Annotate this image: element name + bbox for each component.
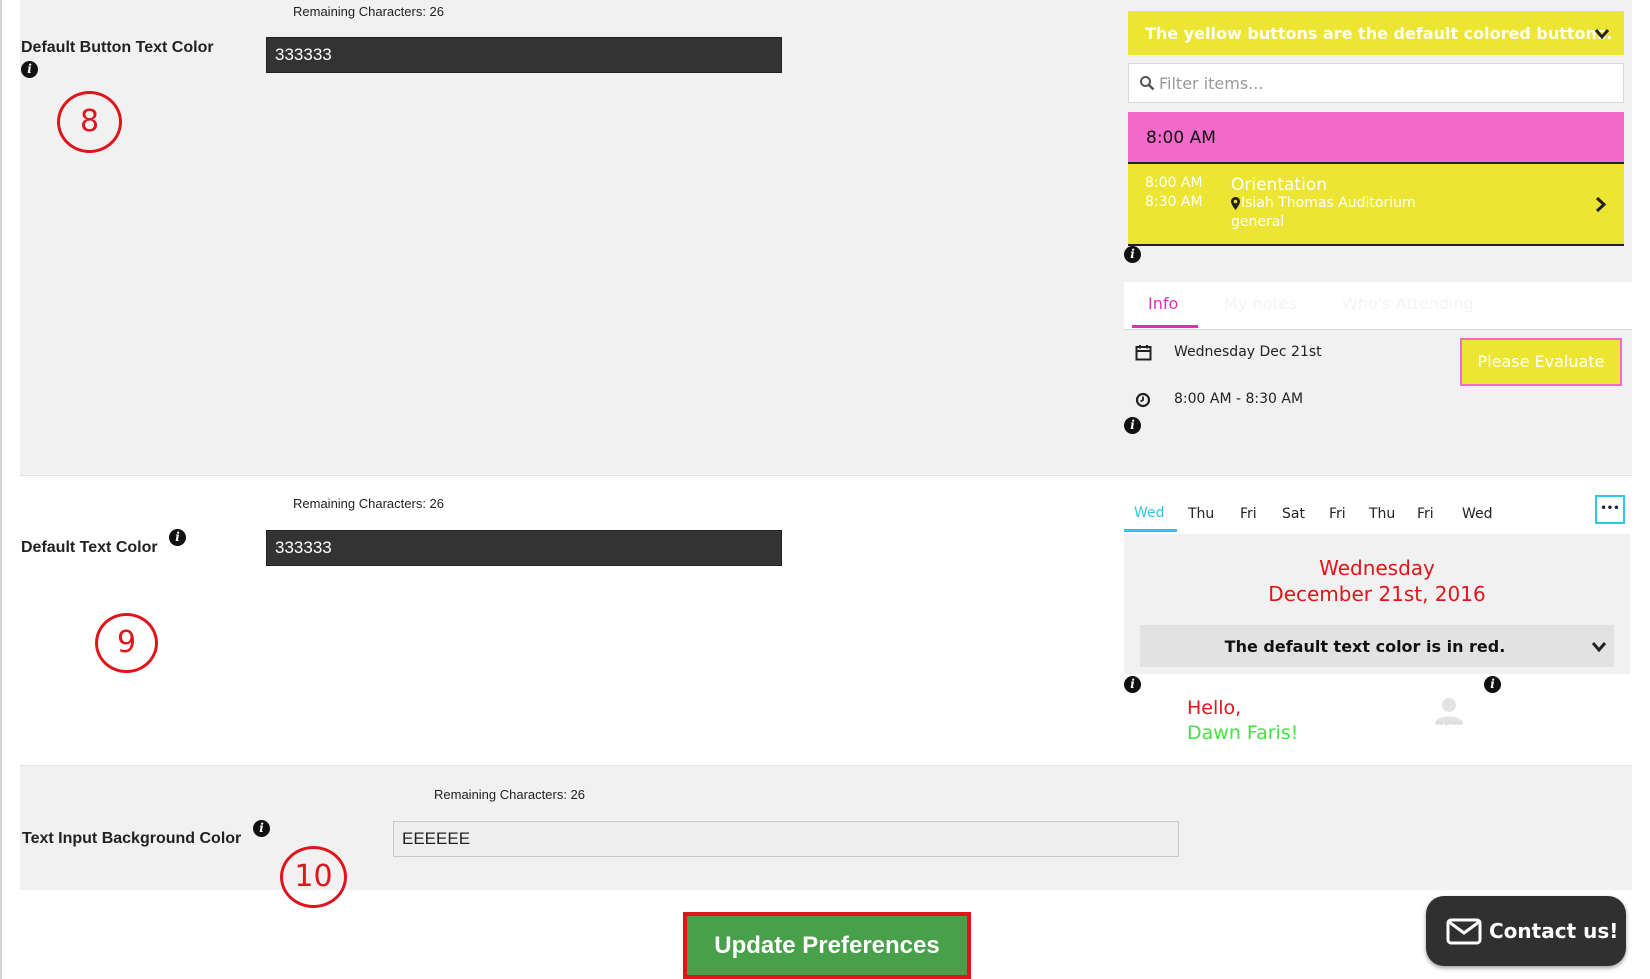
button-text-color-label: Default Button Text Color bbox=[21, 39, 214, 56]
filter-placeholder: Filter items... bbox=[1159, 74, 1264, 93]
text-color-input[interactable] bbox=[266, 530, 782, 566]
weekday-heading: Wednesday bbox=[1319, 556, 1435, 580]
chevron-down-icon bbox=[1594, 29, 1610, 40]
remaining-characters: Remaining Characters: 26 bbox=[293, 4, 445, 19]
event-end: 8:30 AM bbox=[1145, 194, 1203, 210]
event-row[interactable]: 8:00 AM 8:30 AM Orientation Isiah Thomas… bbox=[1128, 164, 1624, 246]
date-heading: December 21st, 2016 bbox=[1268, 582, 1486, 606]
active-day-indicator bbox=[1124, 529, 1177, 532]
step-marker-8: 8 bbox=[57, 91, 122, 153]
greeting-name: Dawn Faris! bbox=[1187, 722, 1299, 744]
day-tab[interactable]: Thu bbox=[1369, 506, 1395, 522]
day-tab[interactable]: Sat bbox=[1282, 506, 1305, 522]
input-background-input[interactable] bbox=[393, 821, 1179, 857]
event-location: Isiah Thomas Auditorium bbox=[1241, 195, 1416, 211]
info-icon[interactable]: i bbox=[253, 820, 270, 837]
contact-us-button[interactable]: Contact us! bbox=[1426, 896, 1626, 966]
event-category: general bbox=[1231, 214, 1285, 230]
day-tab[interactable]: Wed bbox=[1134, 505, 1165, 521]
envelope-icon bbox=[1446, 918, 1482, 945]
update-preferences-button[interactable]: Update Preferences bbox=[683, 912, 971, 979]
banner-text: The yellow buttons are the default color… bbox=[1145, 24, 1613, 43]
tab-whos-attending[interactable]: Who's Attending bbox=[1342, 294, 1474, 313]
day-tab[interactable]: Wed bbox=[1462, 506, 1493, 522]
session-time: 8:00 AM - 8:30 AM bbox=[1174, 391, 1304, 407]
button-text-color-input[interactable] bbox=[266, 37, 782, 73]
info-icon[interactable]: i bbox=[1484, 676, 1501, 693]
chevron-down-icon bbox=[1591, 642, 1607, 653]
day-tab[interactable]: Fri bbox=[1240, 506, 1257, 522]
step-marker-10: 10 bbox=[280, 846, 347, 908]
info-icon[interactable]: i bbox=[21, 61, 38, 78]
left-border bbox=[0, 0, 2, 979]
event-title: Orientation bbox=[1231, 175, 1327, 195]
time-header: 8:00 AM bbox=[1146, 128, 1216, 148]
step-marker-9: 9 bbox=[95, 613, 158, 673]
tab-info[interactable]: Info bbox=[1148, 294, 1178, 313]
remaining-characters: Remaining Characters: 26 bbox=[434, 787, 586, 802]
text-color-label: Default Text Color bbox=[21, 539, 158, 556]
filter-items-field[interactable]: Filter items... bbox=[1128, 63, 1624, 103]
day-tab[interactable]: Thu bbox=[1188, 506, 1214, 522]
info-icon[interactable]: i bbox=[1124, 676, 1141, 693]
dropdown-text: The default text color is in red. bbox=[1224, 637, 1506, 656]
day-tabs: Wed Thu Fri Sat Fri Thu Fri Wed ••• bbox=[1124, 493, 1630, 533]
info-icon[interactable]: i bbox=[169, 529, 186, 546]
chevron-right-icon bbox=[1595, 196, 1607, 213]
session-date: Wednesday Dec 21st bbox=[1174, 344, 1322, 360]
no-photo-caption: no photo bbox=[1435, 720, 1463, 727]
day-tab[interactable]: Fri bbox=[1417, 506, 1434, 522]
search-icon bbox=[1140, 76, 1155, 91]
more-days-button[interactable]: ••• bbox=[1595, 495, 1625, 524]
event-start: 8:00 AM bbox=[1145, 175, 1203, 191]
calendar-icon bbox=[1135, 345, 1152, 361]
day-tab[interactable]: Fri bbox=[1329, 506, 1346, 522]
detail-tabs: Info My notes Who's Attending bbox=[1124, 282, 1632, 330]
clock-icon bbox=[1135, 392, 1151, 408]
info-icon[interactable]: i bbox=[1124, 417, 1141, 434]
greeting-hello: Hello, bbox=[1187, 697, 1242, 719]
active-tab-indicator bbox=[1132, 325, 1198, 328]
contact-us-label: Contact us! bbox=[1489, 919, 1619, 943]
remaining-characters: Remaining Characters: 26 bbox=[293, 496, 445, 511]
please-evaluate-button[interactable]: Please Evaluate bbox=[1460, 338, 1622, 386]
tab-my-notes[interactable]: My notes bbox=[1224, 294, 1297, 313]
yellow-banner-button[interactable]: The yellow buttons are the default color… bbox=[1128, 11, 1624, 55]
map-pin-icon bbox=[1231, 197, 1240, 210]
time-header-row: 8:00 AM bbox=[1128, 112, 1624, 164]
info-icon[interactable]: i bbox=[1124, 246, 1141, 263]
default-text-color-dropdown[interactable]: The default text color is in red. bbox=[1140, 625, 1614, 667]
input-background-label: Text Input Background Color bbox=[22, 830, 242, 847]
